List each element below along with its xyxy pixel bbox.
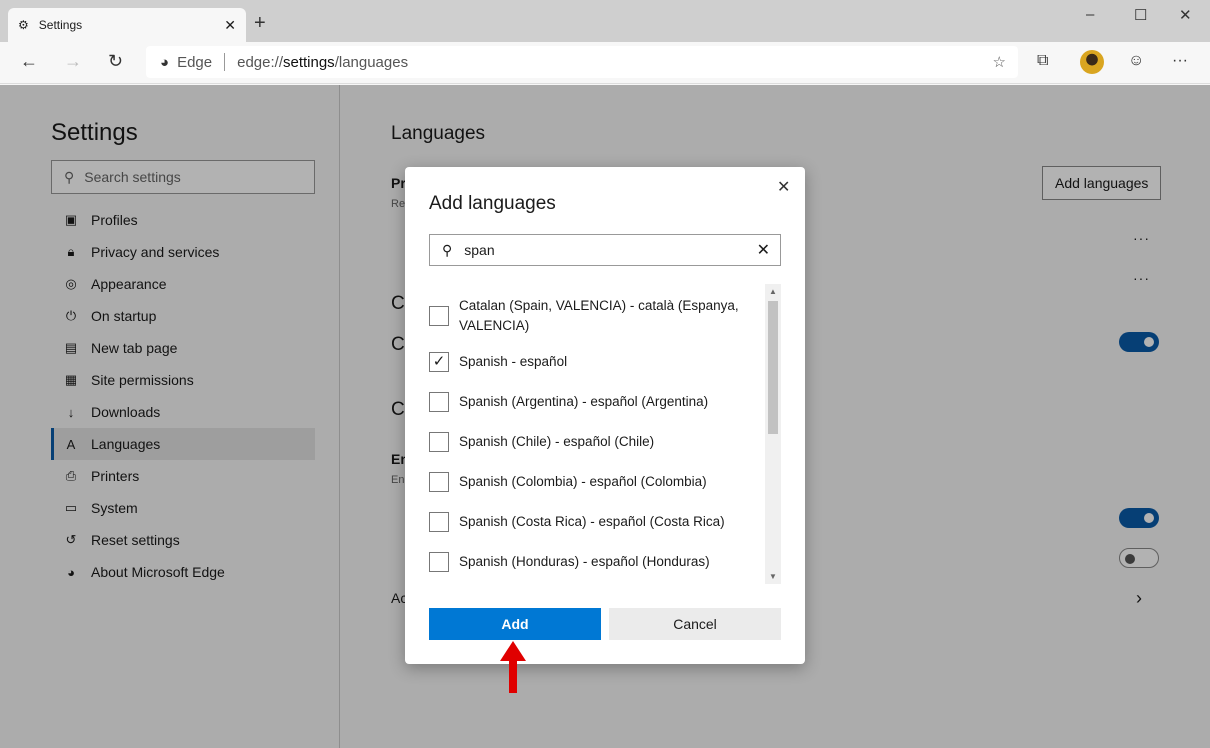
language-list: Catalan (Spain, VALENCIA) - català (Espa… [429,284,781,584]
cancel-button[interactable]: Cancel [609,608,781,640]
language-label: Spanish - español [459,354,568,369]
scroll-down-icon[interactable]: ▼ [769,572,777,581]
scroll-up-icon[interactable]: ▲ [769,287,777,296]
language-search-input[interactable]: ⚲ span ✕ [429,234,781,266]
search-value: span [464,242,495,258]
toolbar: ← → ↻ ◕ Edge edge://settings/languages ☆… [0,42,1210,84]
checkbox[interactable] [429,512,449,532]
edge-icon: ◕ [160,53,170,71]
language-option[interactable]: Spanish (Costa Rica) - español (Costa Ri… [429,512,759,532]
close-tab-icon[interactable]: ✕ [224,17,236,34]
close-icon[interactable]: ✕ [777,177,790,197]
back-button[interactable]: ← [20,51,38,72]
tab-title: Settings [38,18,83,32]
checkbox[interactable] [429,392,449,412]
feedback-icon[interactable]: ☺ [1128,52,1144,70]
close-window-button[interactable]: ✕ [1179,6,1192,24]
clear-search-icon[interactable]: ✕ [757,240,770,260]
add-languages-dialog: Add languages ✕ ⚲ span ✕ Catalan (Spain,… [405,167,805,664]
language-option[interactable]: ✓ Spanish - español [429,352,759,372]
new-tab-button[interactable]: + [254,12,266,35]
address-prefix: Edge [177,53,213,71]
minimize-button[interactable]: – [1086,6,1094,23]
avatar[interactable] [1080,50,1104,74]
language-label: Spanish (Costa Rica) - español (Costa Ri… [459,514,725,529]
forward-button[interactable]: → [64,51,82,72]
url-host: settings [282,53,335,71]
scrollbar-thumb[interactable] [768,301,778,434]
checkbox[interactable] [429,552,449,572]
refresh-button[interactable]: ↻ [108,51,123,72]
language-option[interactable]: Spanish (Honduras) - español (Honduras) [429,552,759,572]
language-option[interactable]: Spanish (Chile) - español (Chile) [429,432,759,452]
language-label: Spanish (Honduras) - español (Honduras) [459,554,710,569]
scrollbar[interactable]: ▲ ▼ [765,284,781,584]
language-label: Spanish (Colombia) - español (Colombia) [459,474,707,489]
maximize-button[interactable]: ☐ [1134,6,1147,24]
dialog-title: Add languages [429,193,556,214]
annotation-arrow-icon [500,641,526,693]
collections-icon[interactable]: ⧉ [1037,52,1048,70]
favorite-star-icon[interactable]: ☆ [993,53,1006,71]
address-bar[interactable]: ◕ Edge edge://settings/languages ☆ [146,46,1018,78]
checkbox[interactable] [429,306,449,326]
search-icon: ⚲ [442,241,453,258]
divider [224,53,226,71]
language-option[interactable]: Spanish (Argentina) - español (Argentina… [429,392,759,412]
language-label: Spanish (Chile) - español (Chile) [459,434,655,449]
language-label: Catalan (Spain, VALENCIA) - català (Espa… [459,298,739,333]
url-path: /languages [334,53,409,71]
checkbox[interactable] [429,432,449,452]
title-bar: ⚙ Settings ✕ + – ☐ ✕ [0,0,1210,42]
checkbox[interactable] [429,472,449,492]
add-button[interactable]: Add [429,608,601,640]
language-label: Spanish (Argentina) - español (Argentina… [459,394,709,409]
gear-icon: ⚙ [18,18,29,32]
tab-settings[interactable]: ⚙ Settings ✕ [8,8,246,42]
checkbox[interactable]: ✓ [429,352,449,372]
language-option[interactable]: Catalan (Spain, VALENCIA) - català (Espa… [429,296,759,336]
more-menu-icon[interactable]: ··· [1172,52,1188,70]
language-option[interactable]: Spanish (Colombia) - español (Colombia) [429,472,759,492]
url-scheme: edge:// [237,53,283,71]
